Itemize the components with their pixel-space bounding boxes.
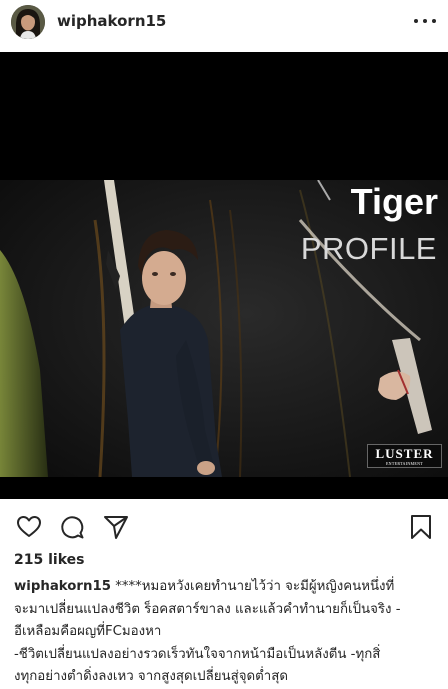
caption-line-1: wiphakorn15 ****หมอหวังเคยทำนายไว้ว่า จะ…	[14, 576, 439, 599]
post-media[interactable]: Tiger PROFILE LUSTER ENTERTAINMENT	[0, 52, 448, 499]
post-photo	[0, 180, 448, 477]
caption-username[interactable]: wiphakorn15	[14, 579, 111, 594]
image-title-tiger: Tiger	[350, 181, 438, 222]
bookmark-icon[interactable]	[408, 514, 434, 540]
avatar[interactable]	[11, 5, 45, 39]
more-options-icon[interactable]	[414, 12, 436, 30]
logo-subtext: ENTERTAINMENT	[385, 461, 424, 466]
post-username[interactable]: wiphakorn15	[57, 12, 166, 30]
post-header: wiphakorn15	[0, 0, 448, 52]
share-icon[interactable]	[103, 514, 129, 540]
logo-text: LUSTER	[375, 446, 434, 461]
likes-count[interactable]: 215 likes	[14, 552, 84, 568]
action-bar	[0, 499, 448, 551]
post-caption: wiphakorn15 ****หมอหวังเคยทำนายไว้ว่า จะ…	[14, 576, 439, 689]
caption-line-3: อีเหลือมคือผญที่FCมองหา	[14, 624, 162, 639]
caption-text-1: ****หมอหวังเคยทำนายไว้ว่า จะมีผู้หญิงคนห…	[115, 579, 395, 594]
heart-icon[interactable]	[16, 514, 42, 540]
caption-line-2: จะมาเปลี่ยนแปลงชีวิต ร็อคสตาร์ขาลง และแล…	[14, 601, 401, 617]
luster-logo: LUSTER ENTERTAINMENT	[367, 444, 442, 468]
image-title-profile: PROFILE	[300, 231, 437, 266]
comment-icon[interactable]	[59, 514, 85, 540]
caption-line-5: งทุกอย่างตำดิ่งลงเหว จากสูงสุดเปลี่ยนสู่…	[14, 669, 288, 684]
caption-line-4: -ชีวิตเปลี่ยนแปลงอย่างรวดเร็วทันใจจากหน้…	[14, 646, 381, 662]
